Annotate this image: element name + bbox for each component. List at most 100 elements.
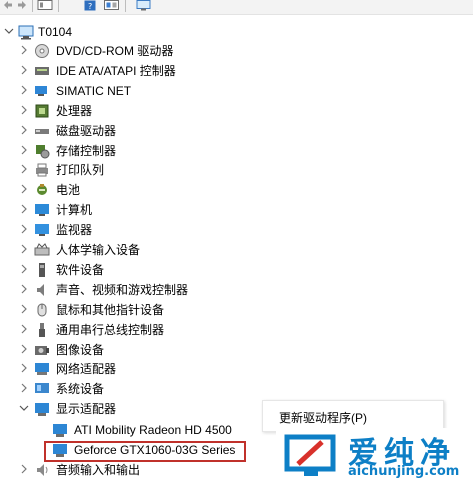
network-device-icon <box>35 86 47 96</box>
tree-item-label: ATI Mobility Radeon HD 4500 <box>74 423 232 437</box>
chevron-right-icon[interactable] <box>18 163 30 175</box>
chevron-right-icon[interactable] <box>18 243 30 255</box>
usb-icon <box>39 323 45 337</box>
tree-item-category[interactable]: 电池 <box>0 180 260 200</box>
printer-icon <box>36 163 48 177</box>
disk-drive-icon <box>35 129 49 134</box>
tree-item-category[interactable]: SIMATIC NET <box>0 81 260 101</box>
chevron-right-icon[interactable] <box>18 84 30 96</box>
software-device-icon <box>39 263 45 277</box>
watermark-logo-icon <box>284 434 336 476</box>
chevron-right-icon[interactable] <box>18 303 30 315</box>
view-resources-icon[interactable] <box>104 0 119 11</box>
storage-controller-icon <box>36 145 50 159</box>
chevron-right-icon[interactable] <box>18 124 30 136</box>
tree-item-category[interactable]: 声音、视频和游戏控制器 <box>0 280 260 300</box>
network-adapter-icon <box>35 363 49 375</box>
tree-item-label: 图像设备 <box>56 343 105 357</box>
processor-icon <box>35 104 49 118</box>
chevron-right-icon[interactable] <box>18 463 30 475</box>
tree-item-category[interactable]: DVD/CD-ROM 驱动器 <box>0 41 260 61</box>
tree-item-category[interactable]: 音频输入和输出 <box>0 460 260 480</box>
tree-item-category[interactable]: 通用串行总线控制器 <box>0 320 260 340</box>
tree-item-label: 人体学输入设备 <box>56 243 141 257</box>
update-driver-menu-item[interactable]: 更新驱动程序(P) <box>279 409 367 426</box>
tree-item-category[interactable]: 存储控制器 <box>0 141 260 161</box>
tree-item-label: 声音、视频和游戏控制器 <box>56 283 189 297</box>
tree-item-label: 系统设备 <box>56 382 105 396</box>
computer-icon <box>35 204 49 216</box>
tree-item-label: 磁盘驱动器 <box>56 124 117 138</box>
monitor-icon <box>35 224 49 236</box>
tree-item-label: 监视器 <box>56 223 93 237</box>
tree-item-label: 音频输入和输出 <box>56 463 141 477</box>
tree-item-label: 处理器 <box>56 104 93 118</box>
forward-arrow-icon[interactable] <box>17 0 27 11</box>
chevron-right-icon[interactable] <box>18 144 30 156</box>
ide-controller-icon <box>35 67 49 75</box>
tree-item-label: T0104 <box>38 25 73 39</box>
highlight-box <box>44 441 246 462</box>
chevron-right-icon[interactable] <box>18 323 30 335</box>
tree-item-label: 显示适配器 <box>56 402 117 416</box>
chevron-right-icon[interactable] <box>18 203 30 215</box>
help-icon[interactable]: ? <box>84 0 96 11</box>
chevron-right-icon[interactable] <box>18 104 30 116</box>
chevron-down-icon[interactable] <box>18 402 30 414</box>
tree-item-category[interactable]: 软件设备 <box>0 260 260 280</box>
mouse-icon <box>37 303 47 317</box>
tree-item-label: 打印队列 <box>56 163 105 177</box>
svg-text:?: ? <box>88 2 92 11</box>
tree-item-category[interactable]: 监视器 <box>0 220 260 240</box>
tree-item-label: DVD/CD-ROM 驱动器 <box>56 44 174 58</box>
hid-icon <box>34 243 50 256</box>
tree-item-category[interactable]: 显示适配器 <box>0 399 260 419</box>
tree-item-category[interactable]: 处理器 <box>0 101 260 121</box>
display-adapter-icon <box>35 403 49 416</box>
tree-item-label: 软件设备 <box>56 263 105 277</box>
chevron-right-icon[interactable] <box>18 263 30 275</box>
tree-item-label: 网络适配器 <box>56 362 117 376</box>
tree-item-label: 鼠标和其他指针设备 <box>56 303 165 317</box>
dvd-drive-icon <box>35 44 49 58</box>
properties-panel-icon[interactable] <box>37 0 53 11</box>
camera-icon <box>35 346 49 355</box>
chevron-down-icon[interactable] <box>3 25 15 37</box>
chevron-right-icon[interactable] <box>18 64 30 76</box>
tree-item-label: 通用串行总线控制器 <box>56 323 165 337</box>
tree-item-label: 存储控制器 <box>56 144 117 158</box>
back-arrow-icon[interactable] <box>3 0 13 11</box>
tree-item-category[interactable]: 打印队列 <box>0 160 260 180</box>
chevron-right-icon[interactable] <box>18 382 30 394</box>
tree-item-label: 电池 <box>56 183 81 197</box>
chevron-right-icon[interactable] <box>18 44 30 56</box>
tree-item-label: IDE ATA/ATAPI 控制器 <box>56 64 176 78</box>
chevron-right-icon[interactable] <box>18 283 30 295</box>
battery-icon <box>37 184 47 195</box>
tree-item-category[interactable]: 系统设备 <box>0 379 260 399</box>
toolbar: ? <box>0 0 473 15</box>
audio-io-icon <box>37 464 48 476</box>
tree-item-category[interactable]: 人体学输入设备 <box>0 240 260 260</box>
chevron-right-icon[interactable] <box>18 343 30 355</box>
chevron-right-icon[interactable] <box>18 183 30 195</box>
chevron-right-icon[interactable] <box>18 223 30 235</box>
tree-item-category[interactable]: 磁盘驱动器 <box>0 121 260 141</box>
scan-hardware-icon[interactable] <box>136 0 152 11</box>
watermark-url-text: aichunjing.com <box>348 464 460 479</box>
speaker-icon <box>37 284 44 296</box>
tree-item-label: SIMATIC NET <box>56 84 132 98</box>
computer-root-icon <box>18 25 34 40</box>
tree-item-category[interactable]: 网络适配器 <box>0 359 260 379</box>
tree-item-category[interactable]: 计算机 <box>0 200 260 220</box>
watermark: 爱纯净 aichunjing.com <box>276 428 472 484</box>
chevron-right-icon[interactable] <box>18 362 30 374</box>
tree-item-ati-radeon[interactable]: ATI Mobility Radeon HD 4500 <box>0 420 260 440</box>
tree-item-category[interactable]: 图像设备 <box>0 340 260 360</box>
display-adapter-icon <box>53 424 67 437</box>
tree-item-label: 计算机 <box>56 203 93 217</box>
tree-item-category[interactable]: 鼠标和其他指针设备 <box>0 300 260 320</box>
system-device-icon <box>35 383 49 393</box>
tree-root[interactable]: T0104 <box>0 22 260 42</box>
tree-item-category[interactable]: IDE ATA/ATAPI 控制器 <box>0 61 260 81</box>
